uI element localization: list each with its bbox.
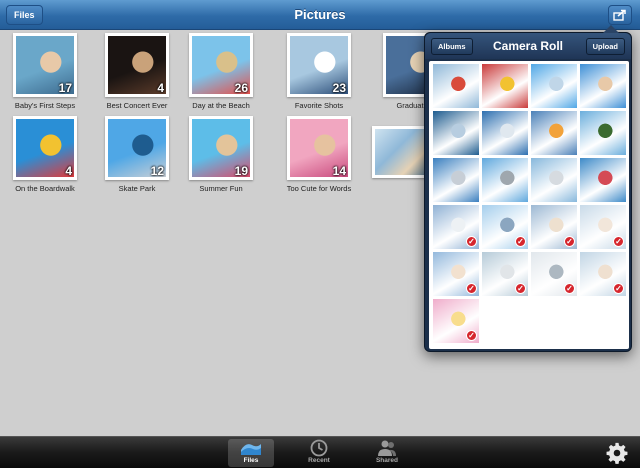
album-item[interactable]: 26 Day at the Beach [171,33,271,110]
camera-roll-photo[interactable] [580,158,626,202]
share-button[interactable] [608,5,632,25]
album-thumbnail-frame: 4 [105,33,169,97]
camera-roll-photo[interactable] [531,111,577,155]
camera-roll-photo[interactable] [580,64,626,108]
files-icon [241,444,261,455]
clock-icon [310,439,328,457]
selected-checkmark-icon: ✓ [613,283,624,294]
popover-header: Albums Camera Roll Upload [425,33,631,59]
selected-checkmark-icon: ✓ [613,236,624,247]
bottom-tab-bar: Files Recent Shared [0,436,640,468]
camera-roll-photo[interactable]: ✓ [531,252,577,296]
camera-roll-photo[interactable]: ✓ [531,205,577,249]
album-item[interactable]: 23 Favorite Shots [269,33,369,110]
album-label: Favorite Shots [294,101,344,110]
album-label: Too Cute for Words [286,184,352,193]
upload-button[interactable]: Upload [585,38,625,55]
selected-checkmark-icon: ✓ [515,283,526,294]
album-photo-count: 4 [157,81,164,95]
camera-roll-photo[interactable]: ✓ [482,205,528,249]
tab-label: Recent [308,457,330,464]
tab-label: Shared [375,457,399,464]
album-photo-count: 23 [332,81,346,95]
camera-roll-photo[interactable]: ✓ [433,205,479,249]
album-thumbnail-frame: 14 [287,116,351,180]
camera-roll-photo[interactable] [531,158,577,202]
camera-roll-photo[interactable] [433,111,479,155]
album-label: Baby's First Steps [14,101,76,110]
album-thumbnail-frame: 23 [287,33,351,97]
share-icon [613,9,626,21]
camera-roll-photo[interactable] [482,158,528,202]
tab-recent[interactable]: Recent [296,439,342,467]
tab-files[interactable]: Files [228,439,274,467]
album-photo-count: 14 [332,164,346,178]
album-thumbnail-frame: 19 [189,116,253,180]
camera-roll-photo[interactable]: ✓ [580,252,626,296]
people-icon [378,440,396,456]
selected-checkmark-icon: ✓ [515,236,526,247]
camera-roll-photo[interactable] [531,64,577,108]
album-thumbnail-frame: 4 [13,116,77,180]
album-item[interactable]: 14 Too Cute for Words [269,116,369,193]
selected-checkmark-icon: ✓ [466,236,477,247]
selected-checkmark-icon: ✓ [564,236,575,247]
album-thumbnail-frame: 26 [189,33,253,97]
album-item[interactable]: 19 Summer Fun [171,116,271,193]
album-photo-count: 26 [234,81,248,95]
camera-roll-photo[interactable] [580,111,626,155]
camera-roll-photo[interactable] [433,64,479,108]
page-title: Pictures [294,7,346,22]
gear-icon [606,442,628,464]
camera-roll-photo[interactable] [433,158,479,202]
camera-roll-grid: ✓ ✓ ✓ ✓ ✓ ✓ ✓ ✓ ✓ [429,61,629,349]
album-label: Summer Fun [199,184,243,193]
selected-checkmark-icon: ✓ [466,330,477,341]
album-photo-count: 4 [65,164,72,178]
top-nav-bar: Files Pictures [0,0,640,30]
camera-roll-photo[interactable]: ✓ [433,299,479,343]
camera-roll-photo[interactable] [482,64,528,108]
album-label: On the Boardwalk [15,184,75,193]
settings-button[interactable] [606,442,628,464]
album-thumbnail-frame: 17 [13,33,77,97]
album-photo-count: 19 [234,164,248,178]
camera-roll-photo[interactable]: ✓ [433,252,479,296]
tab-label: Files [243,457,259,464]
camera-roll-popover: Albums Camera Roll Upload ✓ ✓ ✓ ✓ ✓ ✓ ✓ ✓ ✓ [424,25,632,352]
album-thumbnail-frame: 12 [105,116,169,180]
camera-roll-photo[interactable]: ✓ [580,205,626,249]
camera-roll-photo[interactable] [482,111,528,155]
album-item[interactable]: 4 On the Boardwalk [0,116,95,193]
popover-arrow [603,25,619,33]
selected-checkmark-icon: ✓ [466,283,477,294]
album-item[interactable]: 17 Baby's First Steps [0,33,95,110]
album-photo-count: 12 [150,164,164,178]
album-label: Day at the Beach [192,101,250,110]
camera-roll-photo[interactable]: ✓ [482,252,528,296]
album-photo-count: 17 [58,81,72,95]
tab-shared[interactable]: Shared [364,439,410,467]
selected-checkmark-icon: ✓ [564,283,575,294]
